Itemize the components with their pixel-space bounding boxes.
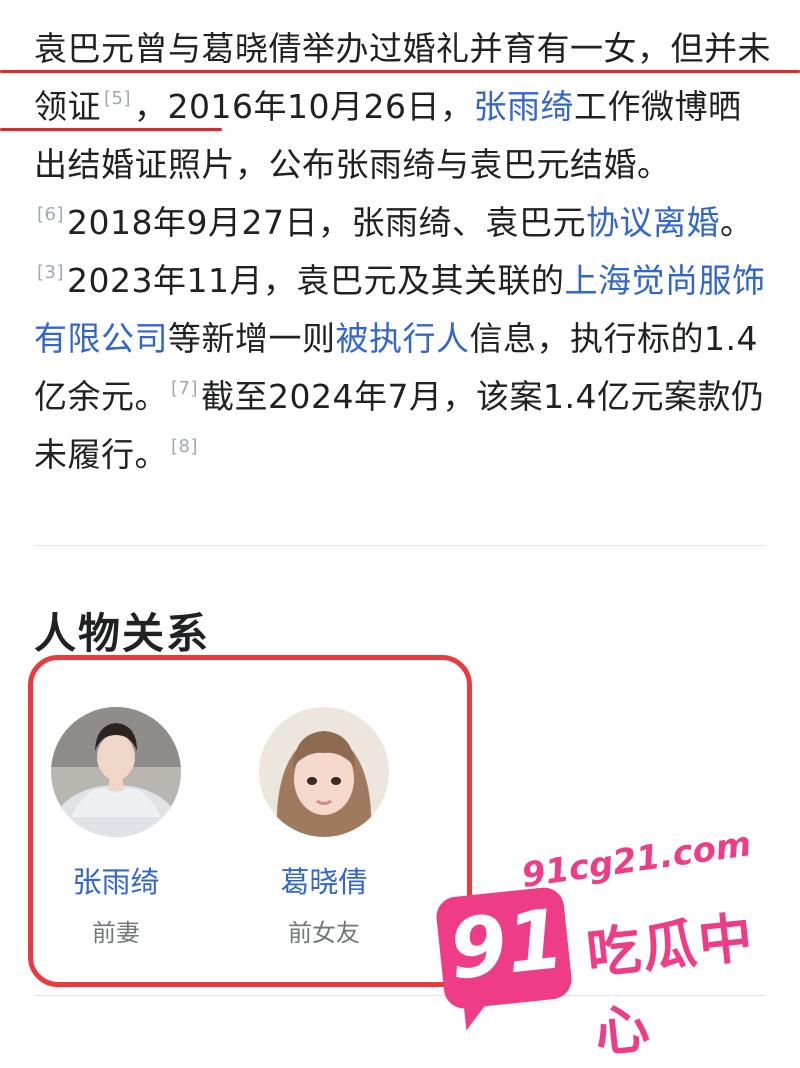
article-text: ，2016年10月26日， — [134, 87, 474, 126]
article-body: 袁巴元曾与葛晓倩举办过婚礼并育有一女，但并未领证 [5]，2016年10月26日，… — [34, 20, 774, 484]
annotation-highlight-box — [28, 655, 472, 987]
watermark-url: 91cg21.com — [519, 824, 754, 896]
article-text: 2023年11月，袁巴元及其关联的 — [67, 261, 565, 300]
link-judgment-debtor[interactable]: 被执行人 — [336, 319, 470, 358]
section-divider — [34, 545, 766, 546]
watermark-logo: 91cg21.com 91 吃瓜中心 — [434, 824, 780, 1065]
article-text: 2018年9月27日，张雨绮、袁巴元 — [67, 203, 586, 242]
annotation-underline — [0, 128, 222, 131]
reference-6[interactable]: [6] — [37, 204, 64, 225]
article-text: 等新增一则 — [168, 319, 336, 358]
reference-8[interactable]: [8] — [171, 436, 198, 457]
reference-5[interactable]: [5] — [104, 88, 131, 109]
watermark-badge-text: 91 — [445, 891, 569, 999]
link-zhang-yuqi[interactable]: 张雨绮 — [473, 87, 574, 126]
reference-7[interactable]: [7] — [171, 378, 198, 399]
article-text: 。 — [719, 203, 754, 242]
section-title: 人物关系 — [34, 609, 211, 658]
watermark-text: 吃瓜中心 — [583, 905, 758, 1065]
link-agreement-divorce[interactable]: 协议离婚 — [586, 203, 720, 242]
article-text: 袁巴元曾与葛晓倩举办过婚礼并育有一女，但 — [34, 29, 704, 68]
annotation-underline — [0, 70, 800, 73]
reference-3[interactable]: [3] — [37, 262, 64, 283]
watermark-badge: 91 — [434, 885, 574, 1011]
